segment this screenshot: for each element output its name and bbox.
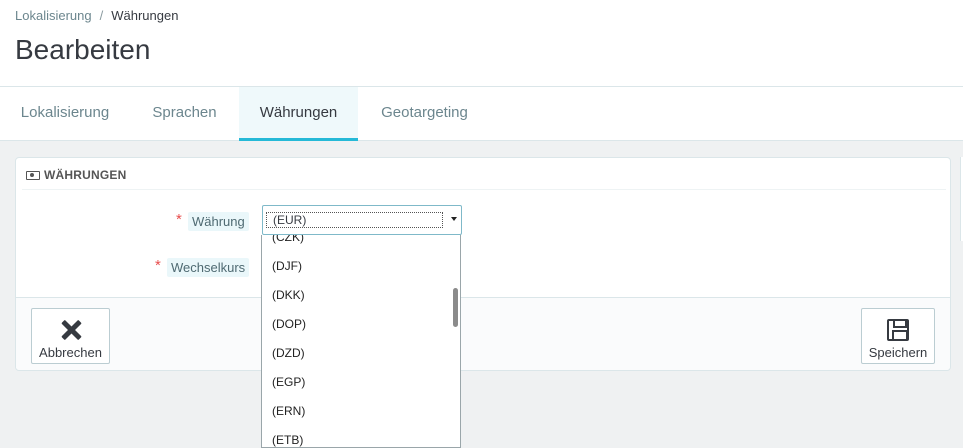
dropdown-option[interactable]: (DKK) [262, 281, 450, 310]
tab-geotargeting[interactable]: Geotargeting [358, 87, 491, 141]
cancel-button[interactable]: Abbrechen [31, 308, 110, 364]
money-icon [26, 171, 40, 180]
dropdown-option[interactable]: (ETB) [262, 426, 450, 447]
dropdown-option[interactable]: (EGP) [262, 368, 450, 397]
cancel-button-label: Abbrechen [39, 345, 102, 360]
currency-panel: WÄHRUNGEN * Währung (EUR) * Wechselkurs … [15, 157, 951, 371]
breadcrumb-link-localization[interactable]: Lokalisierung [15, 8, 92, 23]
page-title: Bearbeiten [15, 34, 151, 65]
save-button-label: Speichern [868, 345, 928, 360]
breadcrumb-current: Währungen [111, 8, 179, 23]
dropdown-option[interactable]: (CZK) [262, 235, 450, 252]
currency-select-value: (EUR) [266, 212, 443, 228]
dropdown-option[interactable]: (DJF) [262, 252, 450, 281]
panel-heading-label: WÄHRUNGEN [44, 168, 127, 182]
dropdown-options: (CZK) (DJF) (DKK) (DOP) (DZD) (EGP) (ERN… [262, 235, 450, 447]
dropdown-option[interactable]: (DZD) [262, 339, 450, 368]
save-button[interactable]: Speichern [861, 308, 935, 364]
tab-localization[interactable]: Lokalisierung [0, 87, 130, 141]
tab-languages[interactable]: Sprachen [130, 87, 239, 141]
panel-heading: WÄHRUNGEN [22, 158, 946, 190]
required-marker: * [155, 257, 161, 274]
dropdown-option[interactable]: (DOP) [262, 310, 450, 339]
currency-dropdown-list[interactable]: (CZK) (DJF) (DKK) (DOP) (DZD) (EGP) (ERN… [261, 235, 461, 448]
page-header: Lokalisierung / Währungen Bearbeiten [0, 0, 963, 87]
save-icon [887, 319, 909, 341]
dropdown-scrollbar-thumb[interactable] [453, 288, 458, 327]
tab-bar: Lokalisierung Sprachen Währungen Geotarg… [0, 87, 963, 141]
close-icon [60, 319, 82, 341]
breadcrumb: Lokalisierung / Währungen [15, 8, 178, 23]
tab-currencies[interactable]: Währungen [239, 87, 358, 141]
breadcrumb-separator: / [99, 8, 104, 23]
dropdown-option[interactable]: (ERN) [262, 397, 450, 426]
caret-down-icon [451, 217, 457, 221]
required-marker: * [176, 211, 182, 228]
exchange-rate-label: Wechselkurs [167, 258, 250, 277]
currency-label: Währung [188, 212, 249, 231]
currency-select[interactable]: (EUR) [262, 205, 462, 235]
panel-footer: Abbrechen Speichern [16, 297, 950, 370]
